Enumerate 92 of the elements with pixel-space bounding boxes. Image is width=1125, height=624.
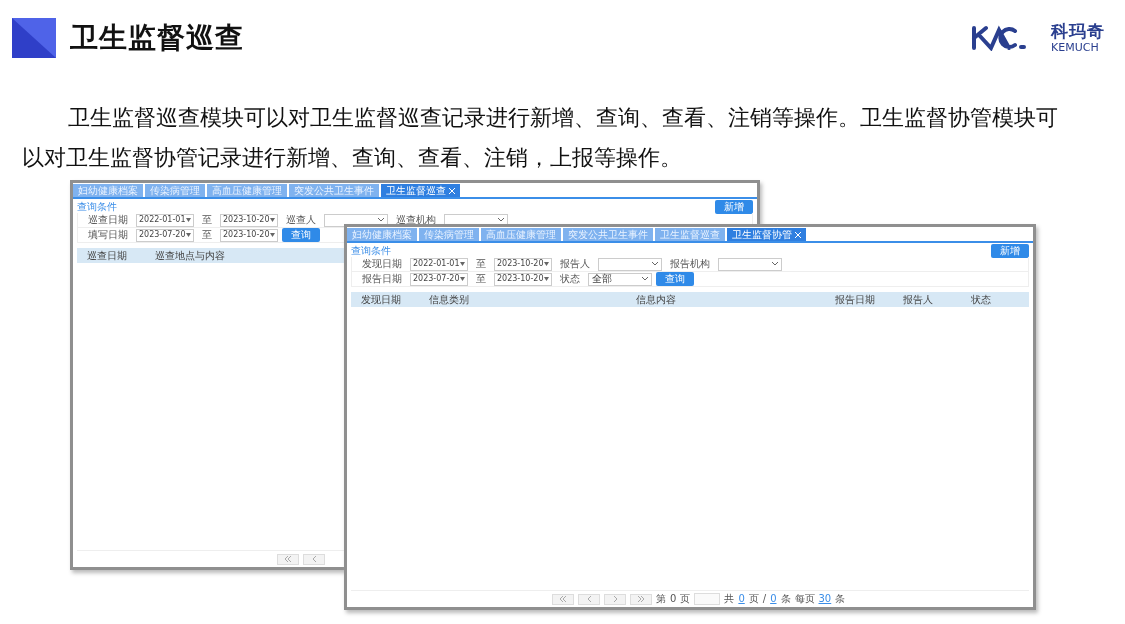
last-page-icon [637,595,645,603]
tab[interactable]: 卫生监督协管 [727,228,806,241]
filter-label: 巡查机构 [395,213,437,227]
tab[interactable]: 高血压健康管理 [207,184,287,197]
pager-text: 第 [656,594,666,604]
date-field[interactable]: 2023-07-20 [136,228,194,242]
add-button[interactable]: 新增 [991,243,1029,258]
tab[interactable]: 妇幼健康档案 [73,184,143,197]
caret-icon [186,233,191,237]
search-button[interactable]: 查询 [656,272,694,286]
range-separator: 至 [201,213,213,227]
chevron-icon [378,218,384,222]
tab[interactable]: 卫生监督巡查 [655,228,725,241]
date-field[interactable]: 2022-01-01 [410,257,468,271]
previous-button[interactable] [578,593,600,605]
caret-icon [186,218,191,222]
next-button[interactable] [604,593,626,605]
previous-icon [310,555,318,563]
date-field[interactable]: 2023-10-20 [220,213,278,227]
date-field[interactable]: 2023-10-20 [220,228,278,242]
pager-number[interactable]: 0 [738,594,745,604]
pager-text: 页 [748,594,759,604]
column-header: 报告日期 [834,292,876,307]
chevron-icon [498,218,504,222]
filter-label: 巡查日期 [87,213,129,227]
range-separator: 至 [201,228,213,242]
filter-label: 报告机构 [669,257,711,271]
column-header: 巡查地点与内容 [154,248,226,263]
section-title: 查询条件 [77,199,117,214]
tab[interactable]: 卫生监督巡查 [381,184,460,197]
select-field[interactable]: 全部 [588,272,652,286]
filter-label: 巡查人 [285,213,317,227]
caret-icon [544,277,549,281]
page-title: 卫生监督巡查 [70,20,244,56]
first-page-button[interactable] [552,593,574,605]
first-page-icon [559,595,567,603]
column-header: 信息类别 [428,292,470,307]
tab[interactable]: 传染病管理 [145,184,205,197]
select-field[interactable] [598,257,662,271]
column-header: 巡查日期 [86,248,128,263]
pager-text: 条 [780,594,791,604]
previous-button[interactable] [303,553,325,565]
last-page-button[interactable] [630,593,652,605]
title-marker-icon [12,18,56,58]
filter-label: 发现日期 [361,257,403,271]
caret-icon [460,277,465,281]
logo-subtext: KEMUCH [1051,42,1100,53]
tab[interactable]: 传染病管理 [419,228,479,241]
intro-paragraph: 卫生监督巡查模块可以对卫生监督巡查记录进行新增、查询、查看、注销等操作。卫生监督协管模块可以对卫生监督协管记录进行新增、查询、查看、注销，上报等操作。 [22,104,1058,172]
search-button[interactable]: 查询 [282,228,320,242]
next-icon [611,595,619,603]
previous-icon [585,595,593,603]
pager-text: 条 [835,594,846,604]
tab[interactable]: 突发公共卫生事件 [563,228,653,241]
first-page-icon [284,555,292,563]
column-header: 报告人 [902,292,934,307]
date-field[interactable]: 2022-01-01 [136,213,194,227]
tab[interactable]: 突发公共卫生事件 [289,184,379,197]
first-page-button[interactable] [277,553,299,565]
filter-label: 填写日期 [87,228,129,242]
close-icon[interactable] [795,231,801,238]
date-field[interactable]: 2023-10-20 [494,257,552,271]
chevron-icon [772,262,778,266]
tab[interactable]: 高血压健康管理 [481,228,561,241]
date-field[interactable]: 2023-07-20 [410,272,468,286]
filter-label: 报告人 [559,257,591,271]
pager-number[interactable]: 30 [818,594,832,604]
caret-icon [270,218,275,222]
range-separator: 至 [475,257,487,271]
filter-label: 状态 [559,272,581,286]
column-header: 信息内容 [635,292,677,307]
range-separator: 至 [475,272,487,286]
section-title: 查询条件 [351,243,391,258]
close-icon[interactable] [449,187,455,194]
caret-icon [270,233,275,237]
pager-text: / [762,594,767,604]
pager-text: 每页 [794,594,815,604]
pager-text: 共 [724,594,735,604]
column-header: 状态 [970,292,992,307]
chevron-icon [652,262,658,266]
pager-number[interactable]: 0 [770,594,777,604]
pager-text: 页 [680,594,691,604]
tab[interactable]: 妇幼健康档案 [347,228,417,241]
pager-text: 0 [670,594,677,604]
logo-text: 科玛奇 [1051,23,1105,40]
filter-label: 报告日期 [361,272,403,286]
chevron-icon [642,277,648,281]
date-field[interactable]: 2023-10-20 [494,272,552,286]
column-header: 发现日期 [360,292,402,307]
page-input[interactable] [694,593,721,605]
select-field[interactable] [718,257,782,271]
add-button[interactable]: 新增 [715,199,753,214]
